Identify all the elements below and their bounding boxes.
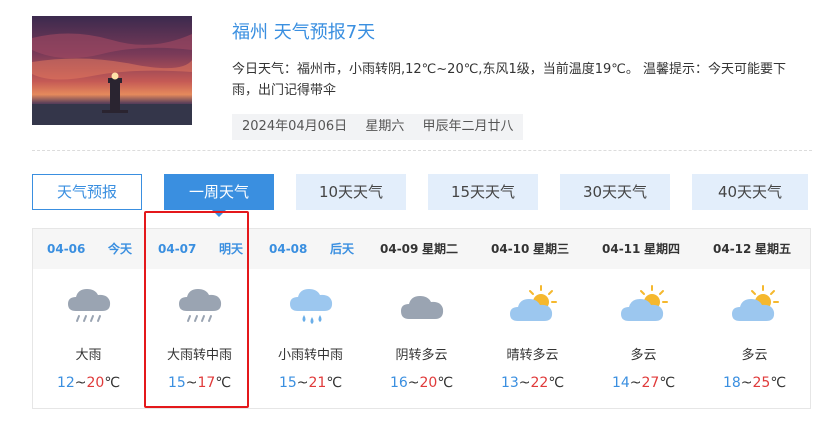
tab-40-days[interactable]: 40天天气 <box>692 174 808 210</box>
day-header: 04-06 今天 <box>33 229 144 269</box>
partly-cloudy-icon <box>510 285 557 321</box>
temp-unit: ℃ <box>215 375 232 391</box>
day-header: 04-08 后天 <box>255 229 366 269</box>
day-weekday: 星期三 <box>533 242 570 256</box>
tab-15-days[interactable]: 15天天气 <box>428 174 538 210</box>
tab-10-days[interactable]: 10天天气 <box>296 174 406 210</box>
temperature-range: 18~25℃ <box>722 375 787 391</box>
day-card[interactable]: 04-10 星期三 晴转多云 13~22℃ <box>477 229 588 408</box>
temperature-range: 12~20℃ <box>56 375 121 391</box>
day-weekday: 后天 <box>329 242 354 256</box>
light-rain-icon <box>290 289 333 324</box>
day-date: 04-06 <box>47 242 86 256</box>
day-date: 04-12 <box>713 242 752 256</box>
day-card[interactable]: 04-12 星期五 多云 18~25℃ <box>699 229 810 408</box>
tab-forecast[interactable]: 天气预报 <box>32 174 142 210</box>
day-card[interactable]: 04-06 今天 大雨 12~20℃ <box>33 229 144 408</box>
temp-low: 12 <box>56 375 75 391</box>
page-title[interactable]: 福州 天气预报7天 <box>232 18 375 44</box>
temp-low: 14 <box>611 375 630 391</box>
day-date: 04-10 <box>491 242 530 256</box>
day-card[interactable]: 04-11 星期四 多云 14~27℃ <box>588 229 699 408</box>
day-header: 04-11 星期四 <box>588 229 699 269</box>
day-date: 04-07 <box>158 242 197 256</box>
temp-high: 21 <box>308 375 327 391</box>
temp-high: 20 <box>86 375 105 391</box>
partly-cloudy-icon <box>732 285 779 321</box>
temp-low: 18 <box>722 375 741 391</box>
temp-unit: ℃ <box>437 375 454 391</box>
heavy-rain-icon <box>179 289 222 322</box>
day-weekday: 今天 <box>107 242 132 256</box>
header-photo <box>32 16 192 125</box>
temp-unit: ℃ <box>770 375 787 391</box>
divider <box>32 150 812 151</box>
day-weekday: 星期五 <box>755 242 792 256</box>
weather-text: 多云 <box>741 348 768 363</box>
temp-unit: ℃ <box>659 375 676 391</box>
temp-unit: ℃ <box>548 375 565 391</box>
weather-text: 多云 <box>630 348 657 363</box>
temp-unit: ℃ <box>326 375 343 391</box>
day-weekday: 星期二 <box>422 242 459 256</box>
day-header: 04-09 星期二 <box>366 229 477 269</box>
day-date: 04-11 <box>602 242 641 256</box>
overcast-icon <box>401 296 444 319</box>
temp-low: 13 <box>500 375 519 391</box>
temp-low: 15 <box>278 375 297 391</box>
temperature-range: 13~22℃ <box>500 375 565 391</box>
day-header: 04-07 明天 <box>144 229 255 269</box>
day-date: 04-08 <box>269 242 308 256</box>
weather-text: 大雨 <box>75 348 102 363</box>
day-header: 04-10 星期三 <box>477 229 588 269</box>
temp-low: 16 <box>389 375 408 391</box>
weather-text: 阴转多云 <box>395 348 448 363</box>
weather-text: 大雨转中雨 <box>166 348 232 363</box>
day-weekday: 明天 <box>218 242 243 256</box>
heavy-rain-icon <box>68 289 111 322</box>
temperature-range: 15~17℃ <box>167 375 232 391</box>
weather-text: 晴转多云 <box>506 348 559 363</box>
current-date: 2024年04月06日 <box>242 119 348 134</box>
day-date: 04-09 <box>380 242 419 256</box>
temp-high: 22 <box>530 375 549 391</box>
day-card[interactable]: 04-07 明天 大雨转中雨 15~17℃ <box>144 229 255 408</box>
day-header: 04-12 星期五 <box>699 229 810 269</box>
partly-cloudy-icon <box>621 285 668 321</box>
tab-30-days[interactable]: 30天天气 <box>560 174 670 210</box>
tab-week[interactable]: 一周天气 <box>164 174 274 217</box>
date-bar: 2024年04月06日 星期六 甲辰年二月廿八 <box>232 114 524 140</box>
temperature-range: 14~27℃ <box>611 375 676 391</box>
temp-low: 15 <box>167 375 186 391</box>
temperature-range: 16~20℃ <box>389 375 454 391</box>
temp-high: 20 <box>419 375 438 391</box>
week-forecast: 04-06 今天 大雨 12~20℃ 04-07 明天 大雨转中雨 15~17℃ <box>32 228 811 409</box>
day-card[interactable]: 04-08 后天 小雨转中雨 15~21℃ <box>255 229 366 408</box>
temp-high: 27 <box>641 375 660 391</box>
current-weekday: 星期六 <box>365 119 405 134</box>
lunar-date: 甲辰年二月廿八 <box>422 119 514 134</box>
day-weekday: 星期四 <box>644 242 681 256</box>
temp-high: 25 <box>752 375 771 391</box>
weather-text: 小雨转中雨 <box>277 348 343 363</box>
temp-unit: ℃ <box>104 375 121 391</box>
day-card[interactable]: 04-09 星期二 阴转多云 16~20℃ <box>366 229 477 408</box>
temperature-range: 15~21℃ <box>278 375 343 391</box>
temp-high: 17 <box>197 375 216 391</box>
sunset-lighthouse-photo <box>32 16 192 125</box>
today-description: 今日天气：福州市，小雨转阴,12℃~20℃,东风1级，当前温度19℃。 温馨提示… <box>232 62 786 98</box>
